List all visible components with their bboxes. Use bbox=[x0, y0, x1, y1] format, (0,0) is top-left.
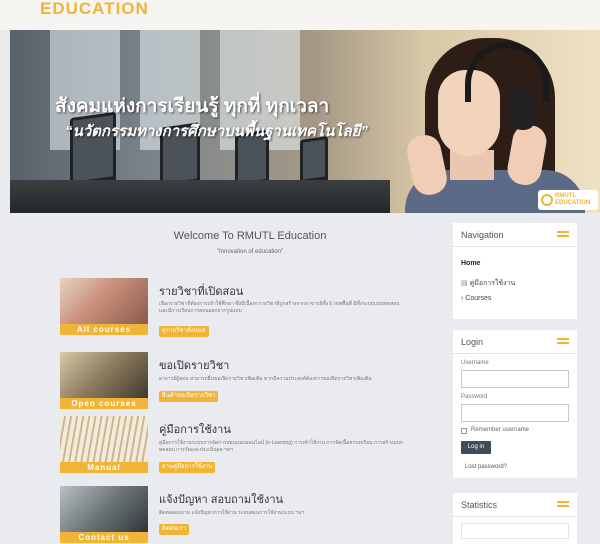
banner-desk bbox=[10, 180, 390, 213]
banner-monitor bbox=[300, 136, 328, 186]
username-input[interactable] bbox=[461, 370, 569, 388]
nav-item-home[interactable]: Home bbox=[461, 260, 480, 267]
nav-item-manual[interactable]: ▤ คู่มือการใช้งาน bbox=[461, 278, 515, 289]
banner-subslogan: “นวัตกรรมทางการศึกษาบนพื้นฐานเทคโนโลยี” bbox=[65, 123, 368, 140]
login-block: Login Username Password Remember usernam… bbox=[453, 330, 577, 478]
block-header: Statistics bbox=[453, 493, 577, 517]
banner-logo-top: RMUTL bbox=[555, 193, 576, 199]
card-description: อาจารย์ผู้สอน สามารถยื่นขอเปิดรายวิชาเพิ… bbox=[159, 376, 372, 382]
course-card-image[interactable]: Open courses bbox=[60, 352, 148, 409]
card-description: ติดต่อสอบถาม แจ้งปัญหาการใช้งาน ระบบสอนก… bbox=[159, 510, 305, 516]
card-title[interactable]: ขอเปิดรายวิชา bbox=[159, 356, 229, 374]
banner-slogan: สังคมแห่งการเรียนรู้ ทุกที่ ทุกเวลา bbox=[55, 96, 330, 117]
page-icon: ▤ bbox=[461, 280, 468, 287]
banner-logo-text: RMUTL EDUCATION bbox=[555, 193, 590, 207]
all-courses-button[interactable]: ดูรายวิชาทั้งหมด bbox=[159, 326, 209, 337]
password-label: Password bbox=[461, 394, 488, 400]
chevron-right-icon: › bbox=[461, 295, 464, 302]
dock-icon[interactable] bbox=[557, 338, 569, 345]
block-title: Login bbox=[461, 337, 484, 347]
block-header: Navigation bbox=[453, 223, 577, 247]
dock-icon[interactable] bbox=[557, 231, 569, 238]
block-title: Navigation bbox=[461, 230, 504, 240]
site-logo[interactable]: EDUCATION bbox=[40, 0, 149, 17]
card-description: เลือกรายวิชาที่ต้องการเข้าใช้ศึกษา ซึ่งม… bbox=[159, 301, 400, 314]
remember-label: Remember username bbox=[471, 427, 530, 433]
card-title[interactable]: แจ้งปัญหา สอบถามใช้งาน bbox=[159, 490, 283, 508]
statistics-chart bbox=[461, 523, 569, 539]
remember-checkbox[interactable] bbox=[461, 428, 467, 434]
banner-logo: RMUTL EDUCATION bbox=[538, 190, 598, 210]
card-title[interactable]: รายวิชาที่เปิดสอน bbox=[159, 282, 243, 300]
card-description: คู่มือการใช้งานระบบการจัดการสอนแบบออนไลน… bbox=[159, 440, 404, 453]
banner-logo-bottom: EDUCATION bbox=[555, 200, 591, 206]
course-card-image[interactable]: Contact us bbox=[60, 486, 148, 543]
username-label: Username bbox=[461, 360, 489, 366]
card-image-label: Manual bbox=[60, 462, 148, 473]
login-button[interactable]: Log in bbox=[461, 441, 491, 454]
nav-item-label: Courses bbox=[465, 295, 492, 302]
card-title[interactable]: คู่มือการใช้งาน bbox=[159, 420, 231, 438]
manual-button[interactable]: อ่านคู่มือการใช้งาน bbox=[159, 462, 216, 473]
block-header: Login bbox=[453, 330, 577, 354]
book-photo bbox=[60, 416, 148, 462]
dock-icon[interactable] bbox=[557, 501, 569, 508]
password-input[interactable] bbox=[461, 404, 569, 422]
lost-password-link[interactable]: Lost password? bbox=[465, 464, 507, 470]
teacher-photo bbox=[60, 352, 148, 398]
welcome-heading: Welcome To RMUTL Education bbox=[173, 230, 327, 242]
contact-button[interactable]: ติดต่อเรา bbox=[159, 524, 189, 535]
logo-icon bbox=[541, 194, 553, 206]
nav-item-label: คู่มือการใช้งาน bbox=[469, 280, 516, 287]
welcome-motto: "Innovation of education" bbox=[216, 249, 284, 255]
course-card-image[interactable]: All courses bbox=[60, 278, 148, 335]
card-image-label: Open courses bbox=[60, 398, 148, 409]
hero-banner: สังคมแห่งการเรียนรู้ ทุกที่ ทุกเวลา “นวั… bbox=[10, 30, 600, 213]
statistics-block: Statistics bbox=[453, 493, 577, 544]
course-card-image[interactable]: Manual bbox=[60, 416, 148, 473]
top-header: EDUCATION bbox=[0, 0, 600, 30]
card-image-label: Contact us bbox=[60, 532, 148, 543]
phone-photo bbox=[60, 486, 148, 532]
nav-item-courses[interactable]: › Courses bbox=[461, 295, 491, 302]
navigation-block: Navigation Home ▤ คู่มือการใช้งาน › Cour… bbox=[453, 223, 577, 319]
headphone-cup bbox=[510, 88, 536, 130]
block-title: Statistics bbox=[461, 500, 498, 510]
open-course-button[interactable]: ยื่นคำขอเปิดรายวิชา bbox=[159, 391, 219, 402]
card-image-label: All courses bbox=[60, 324, 148, 335]
students-photo bbox=[60, 278, 148, 324]
